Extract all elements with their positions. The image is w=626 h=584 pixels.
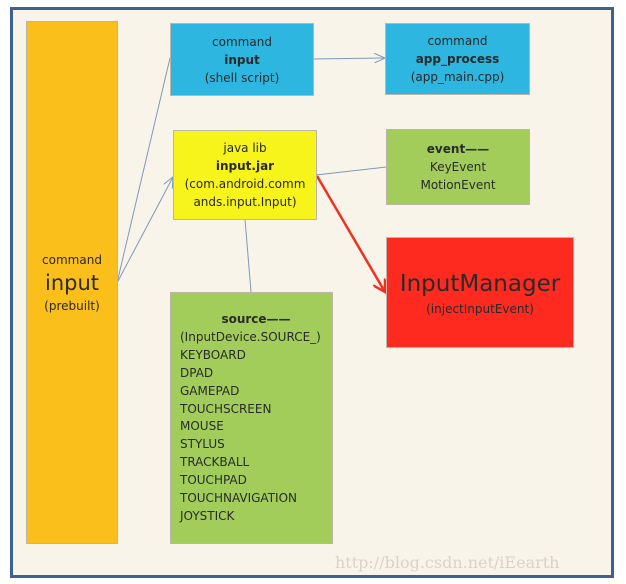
prebuilt-line1: command [42, 252, 102, 267]
source-item: TOUCHNAVIGATION [180, 491, 297, 506]
app-process-line2: app_process [415, 52, 500, 66]
diagram: command input (prebuilt) command input (… [0, 0, 626, 584]
connector-jar-source [244, 218, 252, 293]
input-jar-box: java lib input.jar (com.android.comm and… [173, 130, 317, 220]
event-item: MotionEvent [420, 178, 496, 192]
source-item: MOUSE [180, 419, 224, 434]
source-title: source—— [221, 312, 291, 326]
app-process-box: command app_process (app_main.cpp) [385, 23, 530, 95]
inputmanager-subtitle: (injectInputEvent) [426, 301, 534, 316]
shell-line2: input [224, 52, 260, 67]
source-item: TOUCHSCREEN [180, 401, 272, 416]
inputmanager-title: InputManager [399, 270, 561, 297]
source-box: source—— (InputDevice.SOURCE_) KEYBOARD … [170, 292, 333, 544]
connector-jar-event [315, 166, 387, 176]
source-item: STYLUS [180, 437, 225, 452]
arrow-prebuilt-jar [116, 177, 173, 284]
app-process-line1: command [427, 34, 488, 48]
event-item: KeyEvent [429, 160, 487, 174]
arrow-jar-inputmanager [315, 175, 385, 292]
shell-line1: command [212, 34, 272, 49]
arrow-shell-app-process [312, 58, 385, 59]
source-item: GAMEPAD [180, 383, 240, 398]
jar-line3: (com.android.comm [184, 177, 306, 191]
jar-line2: input.jar [215, 159, 275, 173]
source-item: TOUCHPAD [180, 473, 247, 488]
source-item: TRACKBALL [180, 455, 250, 470]
inputmanager-box: InputManager (injectInputEvent) [386, 237, 574, 348]
event-box: event—— KeyEvent MotionEvent [386, 129, 530, 205]
app-process-line3: (app_main.cpp) [410, 70, 505, 84]
source-prefix: (InputDevice.SOURCE_) [180, 329, 321, 344]
source-item: DPAD [180, 365, 214, 380]
event-title: event—— [426, 142, 490, 156]
jar-line4: ands.input.Input) [193, 195, 297, 209]
shell-input-box: command input (shell script) [170, 23, 314, 96]
prebuilt-line3: (prebuilt) [44, 298, 100, 313]
prebuilt-input-box: command input (prebuilt) [26, 21, 118, 544]
shell-line3: (shell script) [204, 70, 280, 85]
connector-prebuilt-shell [116, 57, 171, 284]
prebuilt-line2: input [44, 270, 100, 295]
source-item: KEYBOARD [180, 347, 246, 362]
source-item: JOYSTICK [180, 508, 235, 523]
watermark: http://blog.csdn.net/iEearth [335, 553, 560, 572]
jar-line1: java lib [223, 141, 267, 155]
